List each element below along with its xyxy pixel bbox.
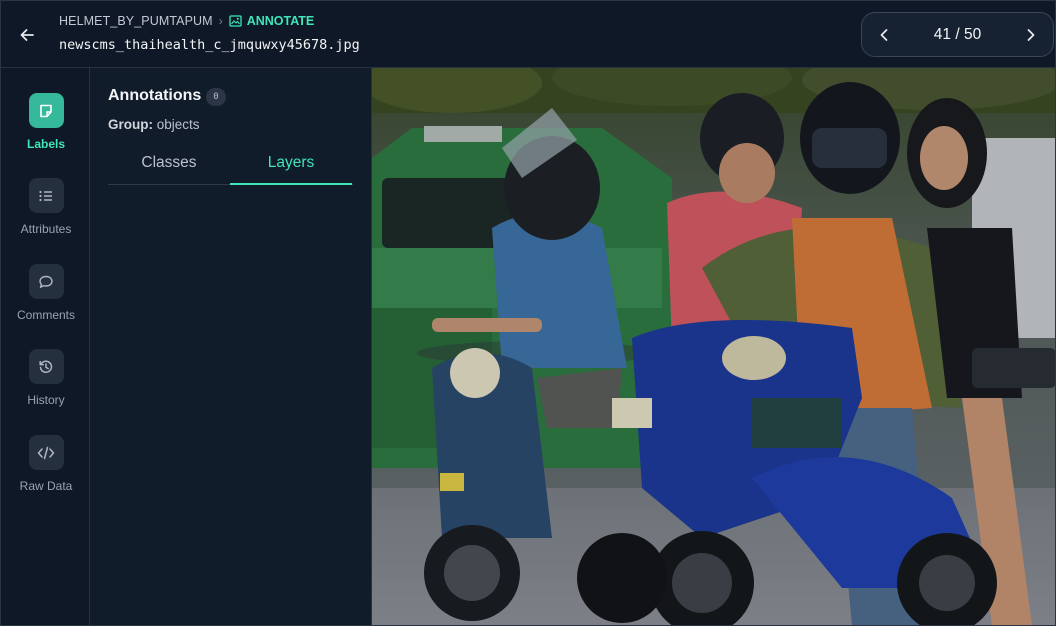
annotations-panel: Annotations 0 Group: objects Classes Lay… [90, 68, 372, 625]
rail-label: Labels [26, 137, 65, 151]
breadcrumb-project[interactable]: HELMET_BY_PUMTAPUM [59, 14, 213, 28]
previous-image-button[interactable] [876, 27, 892, 43]
comment-icon [28, 264, 64, 299]
chevron-right-icon [1027, 28, 1035, 41]
app-window: HELMET_BY_PUMTAPUM › ANNOTATE newscms_th… [0, 0, 1056, 626]
file-name: newscms_thaihealth_c_jmquwxy45678.jpg [59, 37, 360, 53]
rail-label: History [27, 393, 65, 407]
rail-label: Raw Data [19, 479, 73, 493]
rail-item-labels[interactable]: Labels [2, 93, 90, 163]
group-value: objects [156, 117, 200, 132]
annotated-photo [372, 68, 1055, 625]
breadcrumb-separator: › [218, 14, 223, 28]
top-bar: HELMET_BY_PUMTAPUM › ANNOTATE newscms_th… [1, 1, 1055, 68]
image-canvas[interactable] [372, 68, 1055, 625]
annotation-count-badge: 0 [206, 88, 226, 106]
rail-label: Comments [16, 308, 75, 322]
panel-tabs: Classes Layers [108, 150, 353, 185]
breadcrumb: HELMET_BY_PUMTAPUM › ANNOTATE [59, 13, 314, 29]
tab-layers[interactable]: Layers [230, 150, 352, 185]
group-label: Group: [108, 117, 153, 132]
image-icon [229, 15, 242, 27]
arrow-left-icon [20, 29, 34, 41]
rail-item-raw-data[interactable]: Raw Data [2, 435, 90, 505]
next-image-button[interactable] [1023, 27, 1039, 43]
tag-icon [28, 93, 64, 128]
side-rail: Labels Attributes Comments History Raw D… [2, 68, 90, 625]
code-icon [28, 435, 64, 470]
image-pager: 41 / 50 [861, 12, 1054, 57]
breadcrumb-mode-label: ANNOTATE [246, 14, 315, 28]
history-icon [28, 349, 64, 384]
rail-item-comments[interactable]: Comments [2, 264, 90, 334]
rail-item-history[interactable]: History [2, 349, 90, 419]
breadcrumb-mode: ANNOTATE [229, 14, 315, 28]
rail-label: Attributes [20, 222, 72, 236]
rail-item-attributes[interactable]: Attributes [2, 178, 90, 248]
back-button[interactable] [13, 21, 41, 49]
panel-title: Annotations [108, 87, 202, 104]
tab-classes[interactable]: Classes [108, 150, 230, 185]
pager-position: 41 / 50 [933, 25, 982, 43]
list-icon [28, 178, 64, 213]
chevron-left-icon [880, 28, 888, 41]
group-info: Group: objects [108, 117, 200, 132]
